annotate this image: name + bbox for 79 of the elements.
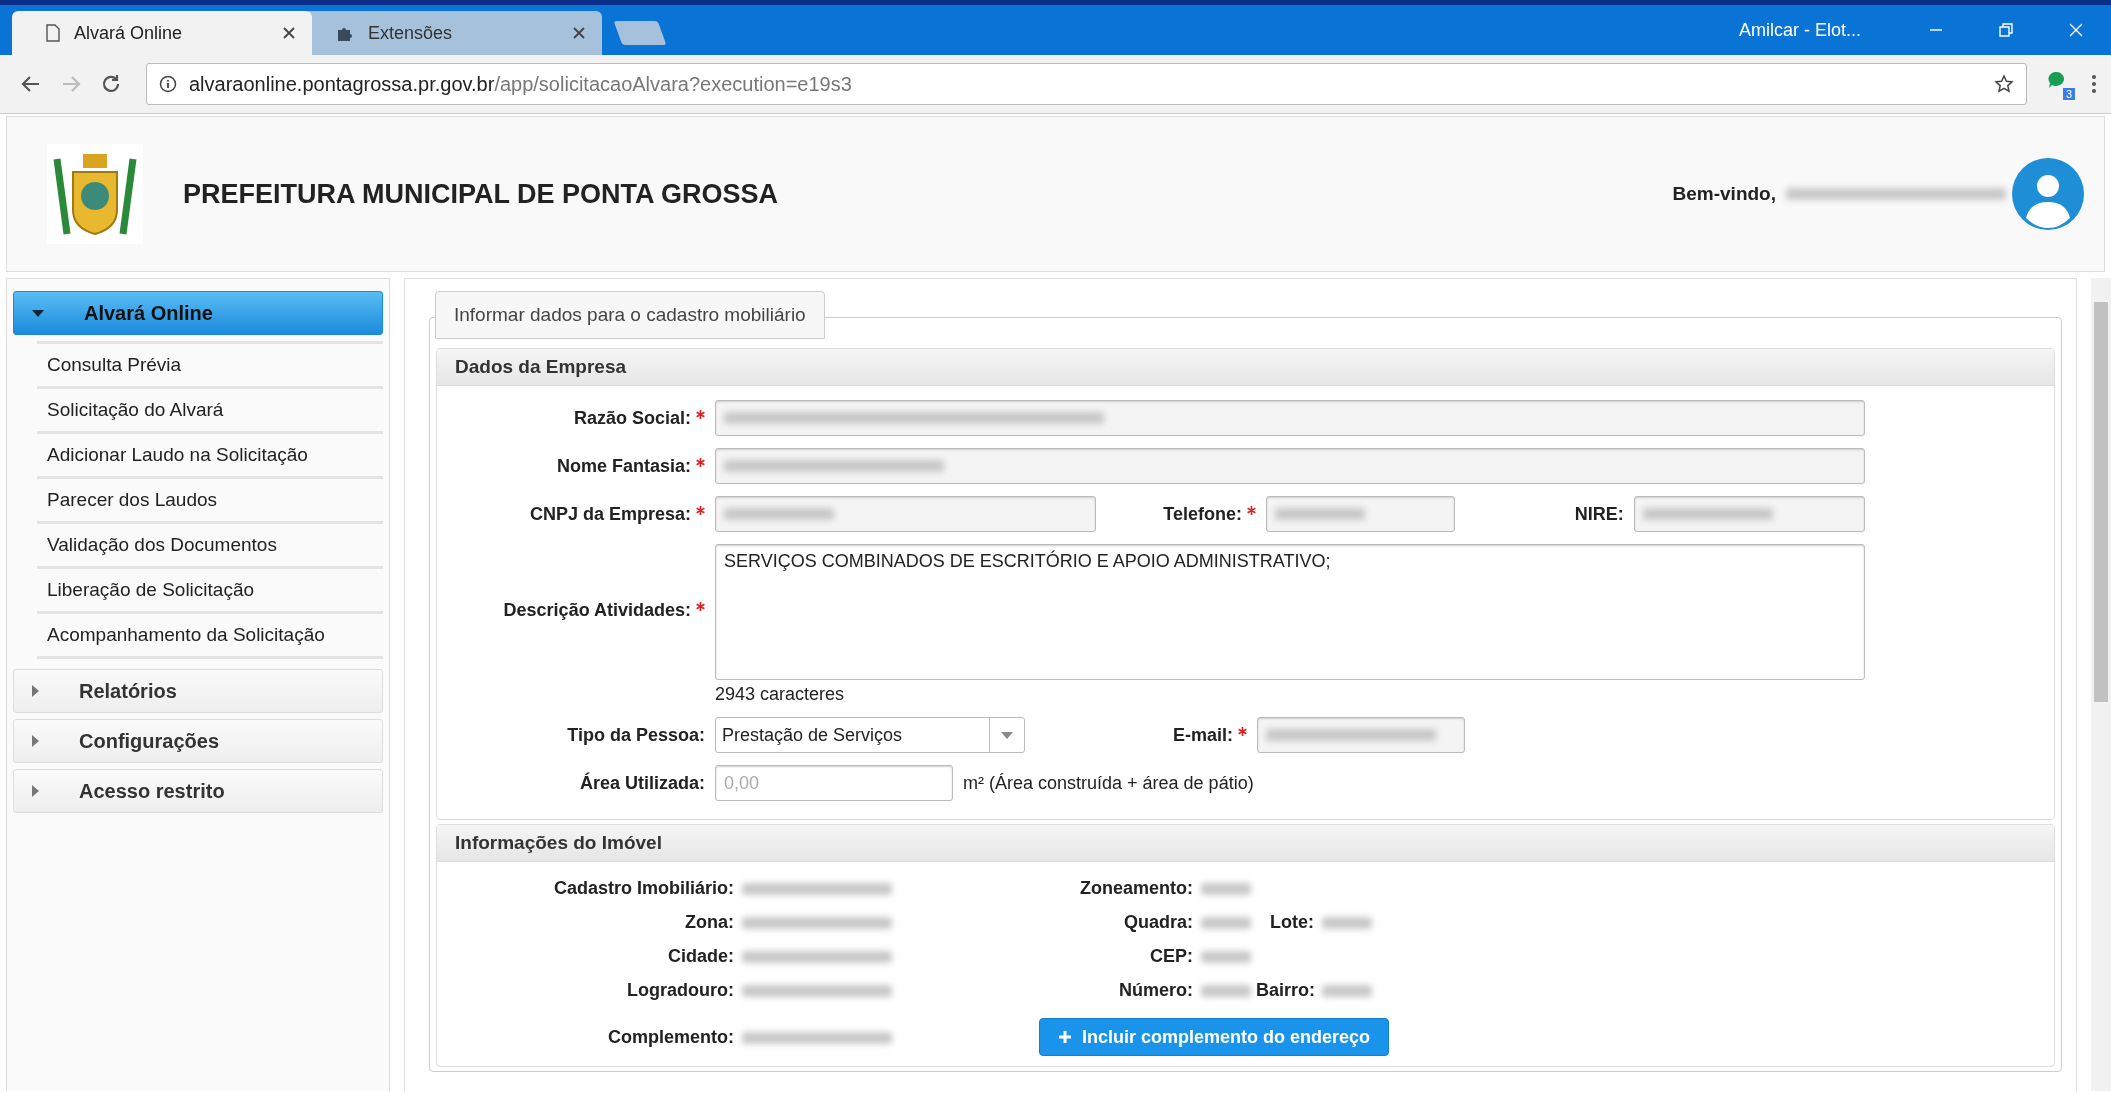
text-area[interactable]: SERVIÇOS COMBINADOS DE ESCRITÓRIO E APOIO ADMINISTRATIVO;: [715, 544, 1865, 680]
field-label: Cadastro Imobiliário:: [552, 877, 734, 899]
dropdown[interactable]: Prestação de Serviços: [715, 717, 1025, 753]
blurred-value: [1322, 984, 1372, 997]
caret-icon: [32, 785, 39, 797]
menu-item[interactable]: Parecer dos Laudos: [37, 476, 383, 521]
menu-section-header[interactable]: Configurações: [13, 719, 383, 763]
field-label: Complemento:: [607, 1026, 734, 1048]
menu-section-header[interactable]: Acesso restrito: [13, 769, 383, 813]
input-field[interactable]: [715, 448, 1865, 484]
menu-item[interactable]: Acompanhamento da Solicitação: [37, 611, 383, 659]
input-field[interactable]: [715, 400, 1865, 436]
scrollbar[interactable]: [2091, 278, 2111, 1091]
field-label: NIRE:: [1573, 503, 1624, 525]
required-asterisk-icon: [696, 409, 705, 419]
input-field[interactable]: [1265, 496, 1455, 532]
field-label: CEP:: [1149, 945, 1193, 967]
required-asterisk-icon: [696, 602, 705, 611]
browser-tab[interactable]: Alvará Online: [12, 11, 312, 55]
field-label: Zoneamento:: [1079, 877, 1193, 899]
field-label: Cidade:: [667, 945, 734, 967]
blurred-value: [1201, 882, 1251, 895]
blurred-value: [1201, 950, 1251, 963]
user-avatar-icon[interactable]: [2012, 158, 2084, 230]
field-label: Nome Fantasia:: [437, 455, 705, 477]
section-title: Dados da Empresa: [437, 349, 2054, 386]
menu-icon[interactable]: [2091, 74, 2097, 94]
field-label: Número:: [1118, 979, 1193, 1001]
menu-section-header[interactable]: Alvará Online: [13, 291, 383, 335]
field-label: Razão Social:: [437, 407, 705, 429]
url-text: alvaraonline.pontagrossa.pr.gov.br/app/solicitacaoAlvara?execution=e19s3: [189, 72, 853, 96]
close-icon[interactable]: [282, 26, 296, 40]
blurred-value: [1322, 916, 1372, 929]
field-label: Quadra:: [1123, 911, 1193, 933]
menu-item[interactable]: Consulta Prévia: [37, 341, 383, 386]
input-field[interactable]: 0,00: [715, 765, 953, 801]
field-label: Lote:: [1269, 911, 1314, 933]
field-label: Área Utilizada:: [578, 772, 705, 794]
welcome-text: Bem-vindo,: [1672, 183, 1776, 205]
caret-icon: [1001, 731, 1013, 739]
caret-icon: [32, 735, 39, 747]
field-label: CNPJ da Empresa:: [437, 503, 705, 525]
caret-icon: [32, 309, 44, 317]
restore-icon[interactable]: [1998, 22, 2014, 38]
plus-icon: [1058, 1030, 1072, 1044]
input-field[interactable]: [1257, 717, 1465, 753]
required-asterisk-icon: [1246, 505, 1256, 515]
unit-hint: m² (Área construída + área de pátio): [963, 772, 1254, 794]
character-counter: 2943 caracteres: [715, 684, 846, 705]
menu-item[interactable]: Validação dos Documentos: [37, 521, 383, 566]
field-label: Zona:: [684, 911, 734, 933]
blurred-value: [1201, 916, 1251, 929]
field-label: E-mail:: [1035, 724, 1247, 746]
input-field[interactable]: [1633, 496, 1865, 532]
reload-icon[interactable]: [100, 73, 122, 95]
menu-item[interactable]: Solicitação do Alvará: [37, 386, 383, 431]
menu-item[interactable]: Liberação de Solicitação: [37, 566, 383, 611]
caret-icon: [32, 685, 39, 697]
profile-name[interactable]: Amilcar - Elot...: [1738, 19, 1861, 41]
page-icon: [46, 24, 60, 42]
menu-section-header[interactable]: Relatórios: [13, 669, 383, 713]
info-icon: [159, 75, 177, 93]
required-asterisk-icon: [696, 505, 705, 515]
input-field[interactable]: [715, 496, 1096, 532]
required-asterisk-icon: [696, 457, 705, 467]
section-title: Informações do Imóvel: [437, 825, 2054, 862]
field-label: Tipo da Pessoa:: [566, 724, 705, 746]
close-icon[interactable]: [572, 26, 586, 40]
required-asterisk-icon: [1238, 726, 1247, 736]
address-bar[interactable]: alvaraonline.pontagrossa.pr.gov.br/app/solicitacaoAlvara?execution=e19s3: [146, 63, 2027, 105]
site-title: PREFEITURA MUNICIPAL DE PONTA GROSSA: [183, 178, 780, 210]
blurred-value: [1201, 984, 1251, 997]
field-label: Logradouro:: [626, 979, 734, 1001]
menu-item[interactable]: Adicionar Laudo na Solicitação: [37, 431, 383, 476]
field-label: Descrição Atividades:: [437, 600, 705, 621]
form-tab[interactable]: Informar dados para o cadastro mobiliário: [435, 291, 825, 339]
star-icon[interactable]: [1994, 74, 2014, 94]
field-label: Bairro:: [1256, 979, 1314, 1001]
field-label: Telefone:: [1105, 503, 1256, 525]
